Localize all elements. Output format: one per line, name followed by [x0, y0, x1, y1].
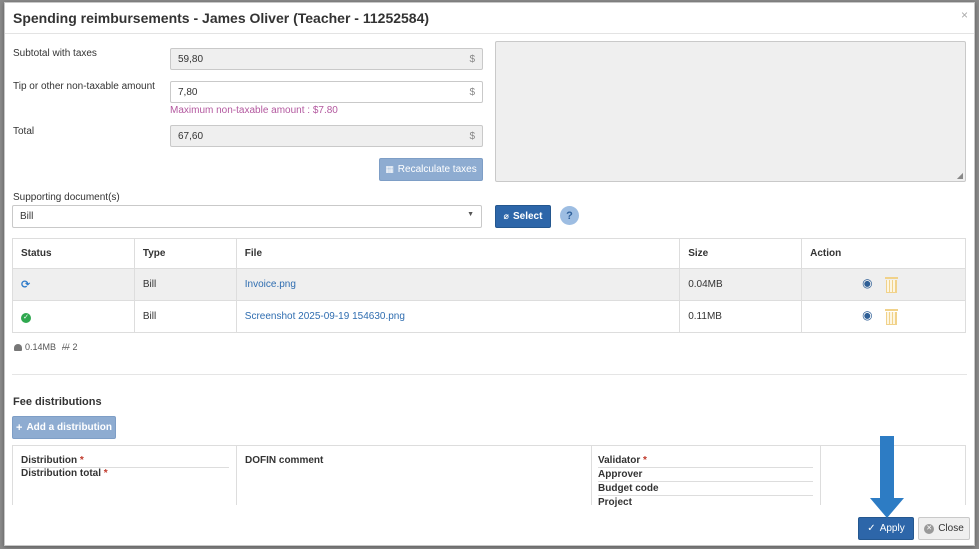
select-label: Select	[512, 211, 543, 222]
dialog-title: Spending reimbursements - James Oliver (…	[13, 10, 430, 26]
tip-label: Tip or other non-taxable amount	[13, 81, 155, 92]
dofin-comment-label: DOFIN comment	[245, 455, 324, 466]
currency-icon: $	[469, 87, 475, 98]
calculator-icon: ▦	[385, 164, 394, 174]
apply-button[interactable]: ✓ Apply	[858, 517, 914, 540]
field-underline	[598, 481, 813, 482]
dialog-footer	[5, 511, 974, 545]
file-link[interactable]: Invoice.png	[245, 279, 296, 290]
check-icon: ✓	[867, 523, 876, 534]
file-link[interactable]: Screenshot 2025-09-19 154630.png	[245, 311, 405, 322]
column-header: Size	[679, 238, 803, 269]
weight-icon	[14, 343, 22, 351]
subtotal-field: 59,80 $	[170, 48, 483, 70]
documents-summary: 0.14MB /// 2	[14, 342, 78, 352]
supporting-docs-value: Bill	[20, 211, 34, 222]
approver-label: Approver	[598, 469, 643, 480]
column-header: Action	[801, 238, 966, 269]
attachment-icon: ///	[62, 342, 70, 352]
chevron-down-icon: ▼	[467, 211, 474, 218]
sync-icon: ⟳	[21, 279, 31, 291]
arrow-down-icon	[870, 436, 904, 520]
summary-size: 0.14MB	[25, 342, 57, 352]
table-row: ⟳ Bill Invoice.png 0.04MB ◉	[12, 268, 966, 301]
check-circle-icon: ✓	[21, 312, 31, 323]
size-cell: 0.04MB	[679, 268, 803, 301]
trash-icon[interactable]	[885, 276, 899, 293]
close-circle-icon: ✕	[924, 523, 935, 534]
subtotal-value: 59,80	[178, 54, 204, 65]
add-distribution-button[interactable]: + Add a distribution	[12, 416, 116, 439]
trash-icon[interactable]	[885, 308, 899, 325]
action-cell: ◉	[801, 268, 966, 301]
close-button[interactable]: ✕ Close	[918, 517, 970, 540]
paperclip-icon: ⌀	[503, 211, 509, 221]
field-underline	[598, 495, 813, 496]
reimbursement-dialog: Spending reimbursements - James Oliver (…	[4, 2, 975, 546]
table-row: ✓ Bill Screenshot 2025-09-19 154630.png …	[12, 300, 966, 333]
fee-distributions-title: Fee distributions	[13, 396, 102, 408]
status-cell: ⟳	[12, 268, 135, 301]
dialog-header: Spending reimbursements - James Oliver (…	[5, 3, 974, 34]
help-icon[interactable]: ?	[560, 206, 579, 225]
budget-code-label: Budget code	[598, 483, 659, 494]
distribution-total-label: Distribution total *	[21, 468, 108, 479]
documents-table: Status Type File Size Action ⟳ Bill Invo…	[12, 238, 966, 333]
tip-value: 7,80	[178, 87, 198, 98]
column-header: File	[235, 238, 681, 269]
total-label: Total	[13, 126, 35, 137]
resize-handle-icon[interactable]: ◢	[957, 171, 963, 180]
tip-hint: Maximum non-taxable amount : $7.80	[170, 105, 338, 116]
eye-icon[interactable]: ◉	[862, 276, 872, 290]
validator-label: Validator *	[598, 455, 647, 466]
file-cell: Invoice.png	[235, 268, 681, 301]
column-header: Status	[12, 238, 135, 269]
type-cell: Bill	[133, 268, 237, 301]
project-label: Project	[598, 497, 632, 508]
close-label: Close	[938, 523, 964, 534]
size-cell: 0.11MB	[679, 300, 803, 333]
column-header: Type	[133, 238, 237, 269]
section-divider	[12, 374, 967, 375]
eye-icon[interactable]: ◉	[862, 308, 872, 322]
type-cell: Bill	[133, 300, 237, 333]
close-icon[interactable]: ×	[961, 8, 968, 22]
distribution-label: Distribution *	[21, 455, 84, 466]
subtotal-label: Subtotal with taxes	[13, 48, 97, 59]
file-cell: Screenshot 2025-09-19 154630.png	[235, 300, 681, 333]
action-cell: ◉	[801, 300, 966, 333]
field-underline	[598, 467, 813, 468]
recalculate-label: Recalculate taxes	[397, 164, 477, 175]
recalculate-taxes-button[interactable]: ▦ Recalculate taxes	[379, 158, 483, 181]
supporting-docs-select[interactable]: Bill ▼	[12, 205, 482, 228]
apply-label: Apply	[879, 523, 905, 534]
summary-count: 2	[72, 342, 78, 352]
distribution-table: Distribution * Distribution total * DOFI…	[12, 445, 966, 508]
tip-field[interactable]: 7,80 $	[170, 81, 483, 103]
supporting-docs-label: Supporting document(s)	[13, 192, 120, 203]
table-header-row: Status Type File Size Action	[12, 238, 966, 269]
currency-icon: $	[469, 131, 475, 142]
plus-icon: +	[16, 421, 23, 434]
add-distribution-label: Add a distribution	[26, 422, 112, 433]
total-value: 67,60	[178, 131, 204, 142]
select-file-button[interactable]: ⌀ Select	[495, 205, 551, 228]
comment-textarea[interactable]: ◢	[495, 41, 966, 182]
status-cell: ✓	[12, 300, 135, 333]
total-field: 67,60 $	[170, 125, 483, 147]
currency-icon: $	[469, 54, 475, 65]
